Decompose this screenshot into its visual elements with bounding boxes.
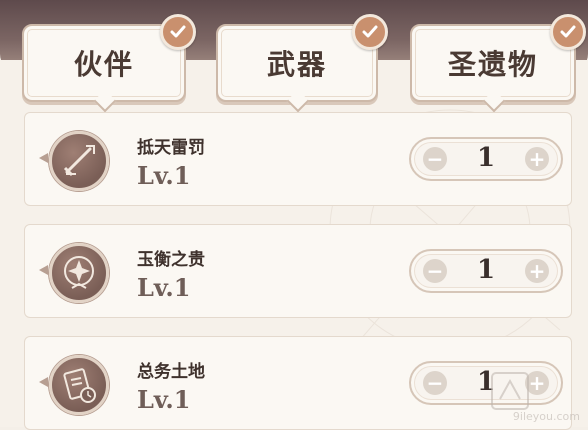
watermark-text: 9ileyou.com xyxy=(512,410,580,423)
watermark: 9ileyou.com xyxy=(452,371,580,423)
tab-artifact[interactable]: 圣遗物 xyxy=(410,14,586,113)
document-clock-emblem-icon xyxy=(39,351,109,415)
item-name: 总务土地 xyxy=(137,362,205,382)
tab-artifact-label: 圣遗物 xyxy=(447,48,538,81)
item-level: Lv.1 xyxy=(137,385,191,414)
quantity-stepper: − 1 + xyxy=(409,137,563,181)
item-level: Lv.1 xyxy=(137,273,191,302)
item-name: 玉衡之贵 xyxy=(137,250,205,270)
tab-weapon[interactable]: 武器 xyxy=(216,14,388,113)
sword-emblem-icon xyxy=(39,127,109,191)
tab-partner-label: 伙伴 xyxy=(73,48,134,81)
item-name: 抵天雷罚 xyxy=(137,138,205,158)
check-icon xyxy=(160,14,196,50)
increment-button[interactable]: + xyxy=(525,259,549,283)
list-item[interactable]: 抵天雷罚 Lv.1 − 1 + xyxy=(24,112,572,206)
increment-button[interactable]: + xyxy=(525,147,549,171)
item-level: Lv.1 xyxy=(137,161,191,190)
quantity-stepper: − 1 + xyxy=(409,249,563,293)
check-icon xyxy=(550,14,586,50)
list-item[interactable]: 玉衡之贵 Lv.1 − 1 + xyxy=(24,224,572,318)
tab-partner[interactable]: 伙伴 xyxy=(22,14,196,113)
star-compass-emblem-icon xyxy=(39,239,109,303)
check-icon xyxy=(352,14,388,50)
tab-weapon-label: 武器 xyxy=(266,48,327,81)
